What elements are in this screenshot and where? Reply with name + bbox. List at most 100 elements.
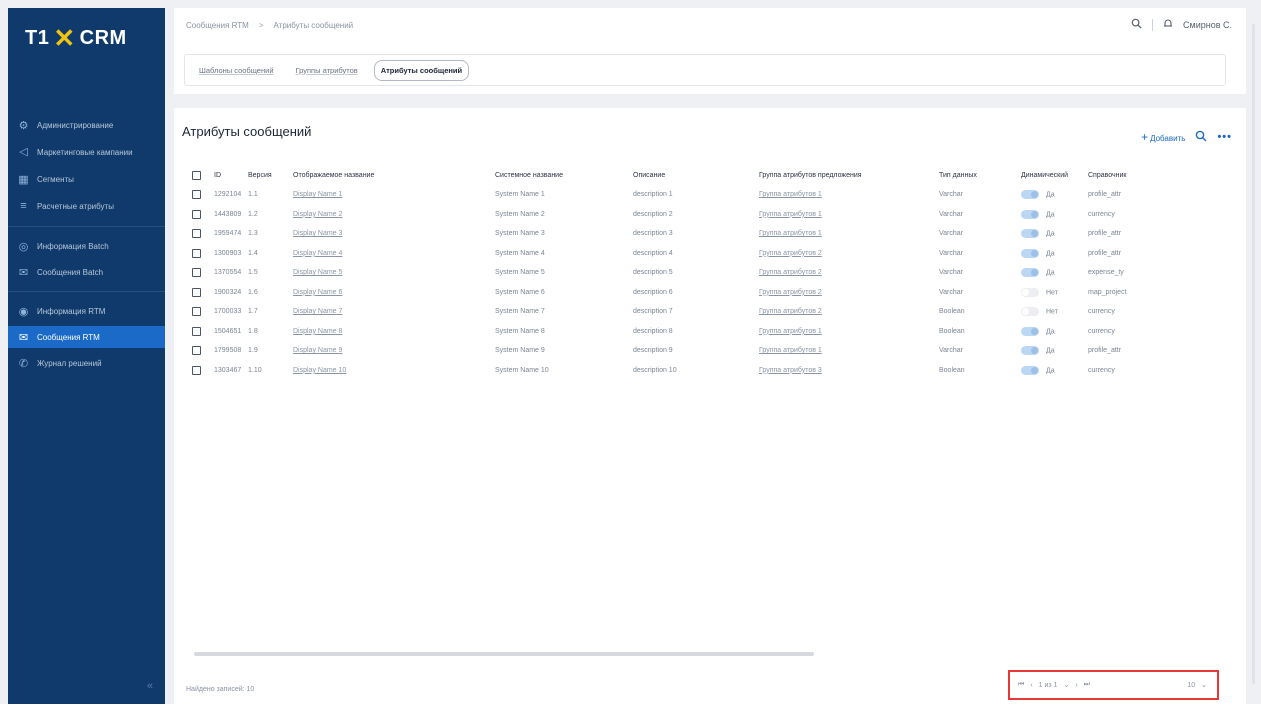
row-checkbox[interactable] xyxy=(192,248,201,258)
sidebar-item-rtm-messages[interactable]: ✉ Сообщения RTM xyxy=(8,326,165,348)
dynamic-toggle[interactable] xyxy=(1021,307,1039,317)
dynamic-toggle[interactable] xyxy=(1021,190,1039,200)
row-checkbox[interactable] xyxy=(192,268,201,278)
row-checkbox[interactable] xyxy=(192,326,201,336)
column-header-description[interactable]: Описание xyxy=(633,165,759,185)
sidebar-item-segments[interactable]: ▦ Сегменты xyxy=(8,168,165,190)
first-page-icon[interactable]: ⏮ xyxy=(1018,681,1024,689)
sidebar-item-rtm-info[interactable]: ◉ Информация RTM xyxy=(8,300,165,322)
horizontal-scrollbar[interactable] xyxy=(194,652,814,656)
dynamic-toggle[interactable] xyxy=(1021,326,1039,336)
sidebar-item-batch-info[interactable]: ◎ Информация Batch xyxy=(8,235,165,257)
page-dropdown-icon[interactable]: ⌄ xyxy=(1063,681,1069,689)
dynamic-toggle[interactable] xyxy=(1021,365,1039,375)
cell-display-name[interactable]: Display Name 9 xyxy=(293,347,342,354)
cell-dynamic: Да xyxy=(1046,250,1055,258)
cell-attribute-group[interactable]: Группа атрибутов 2 xyxy=(759,269,822,276)
sidebar-item-campaigns[interactable]: ◁ Маркетинговые кампании xyxy=(8,140,165,164)
sidebar-item-calc-attributes[interactable]: ≡ Расчетные атрибуты xyxy=(8,194,165,218)
cell-attribute-group[interactable]: Группа атрибутов 1 xyxy=(759,347,822,354)
cell-display-name[interactable]: Display Name 3 xyxy=(293,230,342,237)
dynamic-toggle[interactable] xyxy=(1021,346,1039,356)
records-found: Найдено записей: 10 xyxy=(186,686,255,693)
column-header-display-name[interactable]: Отображаемое название xyxy=(293,165,495,185)
dynamic-toggle[interactable] xyxy=(1021,268,1039,278)
cell-attribute-group[interactable]: Группа атрибутов 2 xyxy=(759,308,822,315)
table-row[interactable]: 1959474 1.3 Display Name 3 System Name 3 des… xyxy=(192,224,1148,244)
cell-dictionary: expense_ty xyxy=(1088,269,1124,277)
column-header-id[interactable]: ID xyxy=(214,165,248,185)
table-row[interactable]: 1443809 1.2 Display Name 2 System Name 2 des… xyxy=(192,205,1148,225)
bell-icon[interactable] xyxy=(1163,18,1173,31)
cell-display-name[interactable]: Display Name 6 xyxy=(293,289,342,296)
page-scrollbar[interactable] xyxy=(1252,24,1255,684)
cell-display-name[interactable]: Display Name 5 xyxy=(293,269,342,276)
column-header-version[interactable]: Версия xyxy=(248,165,293,185)
table-row[interactable]: 1700033 1.7 Display Name 7 System Name 7 des… xyxy=(192,302,1148,322)
column-header-attribute-group[interactable]: Группа атрибутов предложения xyxy=(759,165,939,185)
cell-attribute-group[interactable]: Группа атрибутов 1 xyxy=(759,211,822,218)
table-row[interactable]: 1900324 1.6 Display Name 6 System Name 6 des… xyxy=(192,283,1148,303)
more-options-icon[interactable]: ••• xyxy=(1217,131,1232,143)
sidebar-divider xyxy=(8,291,165,292)
table-row[interactable]: 1504651 1.8 Display Name 8 System Name 8 des… xyxy=(192,322,1148,342)
search-icon[interactable] xyxy=(1131,18,1142,31)
last-page-icon[interactable]: ⏭ xyxy=(1084,681,1090,689)
table-row[interactable]: 1303467 1.10 Display Name 10 System Name 10… xyxy=(192,361,1148,381)
sidebar-item-decision-log[interactable]: ✆ Журнал решений xyxy=(8,352,165,374)
column-header-dictionary[interactable]: Справочник xyxy=(1088,165,1148,185)
per-page-select[interactable]: 10 ⌄ xyxy=(1187,681,1207,690)
row-checkbox[interactable] xyxy=(192,229,201,239)
table-row[interactable]: 1799508 1.9 Display Name 9 System Name 9 des… xyxy=(192,341,1148,361)
cell-version: 1.7 xyxy=(248,308,258,316)
row-checkbox[interactable] xyxy=(192,346,201,356)
cell-display-name[interactable]: Display Name 4 xyxy=(293,250,342,257)
prev-page-icon[interactable]: ‹ xyxy=(1030,682,1032,689)
cell-id: 1370554 xyxy=(214,269,242,277)
cell-attribute-group[interactable]: Группа атрибутов 2 xyxy=(759,250,822,257)
dynamic-toggle[interactable] xyxy=(1021,248,1039,258)
user-name[interactable]: Смирнов С. xyxy=(1183,20,1232,30)
dynamic-toggle[interactable] xyxy=(1021,229,1039,239)
tab-message-attributes[interactable]: Атрибуты сообщений xyxy=(373,59,470,81)
page-indicator[interactable]: 1 из 1 xyxy=(1039,682,1058,689)
cell-display-name[interactable]: Display Name 2 xyxy=(293,211,342,218)
cell-display-name[interactable]: Display Name 8 xyxy=(293,328,342,335)
sidebar-item-batch-messages[interactable]: ✉ Сообщения Batch xyxy=(8,261,165,283)
next-page-icon[interactable]: › xyxy=(1075,682,1077,689)
cell-display-name[interactable]: Display Name 7 xyxy=(293,308,342,315)
cell-attribute-group[interactable]: Группа атрибутов 1 xyxy=(759,328,822,335)
row-checkbox[interactable] xyxy=(192,209,201,219)
collapse-sidebar-icon[interactable]: « xyxy=(147,680,153,692)
tab-message-templates[interactable]: Шаблоны сообщений xyxy=(193,61,280,80)
table-row[interactable]: 1370554 1.5 Display Name 5 System Name 5 des… xyxy=(192,263,1148,283)
tab-attribute-groups[interactable]: Группы атрибутов xyxy=(290,61,364,80)
row-checkbox[interactable] xyxy=(192,307,201,317)
row-checkbox[interactable] xyxy=(192,287,201,297)
select-all-checkbox[interactable] xyxy=(192,170,201,180)
table-row[interactable]: 1300903 1.4 Display Name 4 System Name 4 des… xyxy=(192,244,1148,264)
add-button[interactable]: + Добавить xyxy=(1141,130,1185,144)
cell-dynamic: Да xyxy=(1046,367,1055,375)
cell-attribute-group[interactable]: Группа атрибутов 1 xyxy=(759,191,822,198)
cell-attribute-group[interactable]: Группа атрибутов 2 xyxy=(759,289,822,296)
table-search-icon[interactable] xyxy=(1195,130,1207,144)
row-checkbox[interactable] xyxy=(192,190,201,200)
breadcrumb-item[interactable]: Сообщения RTM xyxy=(186,21,249,30)
logo[interactable]: T1 ✕ CRM xyxy=(8,8,165,68)
sidebar-item-admin[interactable]: ⚙ Администрирование xyxy=(8,114,165,136)
row-checkbox[interactable] xyxy=(192,365,201,375)
table-row[interactable]: 1292104 1.1 Display Name 1 System Name 1 des… xyxy=(192,185,1148,205)
column-header-data-type[interactable]: Тип данных xyxy=(939,165,1021,185)
cell-description: description 4 xyxy=(633,249,673,257)
column-header-system-name[interactable]: Системное название xyxy=(495,165,633,185)
dynamic-toggle[interactable] xyxy=(1021,287,1039,297)
cell-attribute-group[interactable]: Группа атрибутов 3 xyxy=(759,367,822,374)
column-header-dynamic[interactable]: Динамический xyxy=(1021,165,1088,185)
dynamic-toggle[interactable] xyxy=(1021,209,1039,219)
cell-display-name[interactable]: Display Name 1 xyxy=(293,191,342,198)
rtm-messages-icon: ✉ xyxy=(18,331,29,344)
cell-id: 1443809 xyxy=(214,210,242,218)
cell-display-name[interactable]: Display Name 10 xyxy=(293,367,346,374)
cell-attribute-group[interactable]: Группа атрибутов 1 xyxy=(759,230,822,237)
